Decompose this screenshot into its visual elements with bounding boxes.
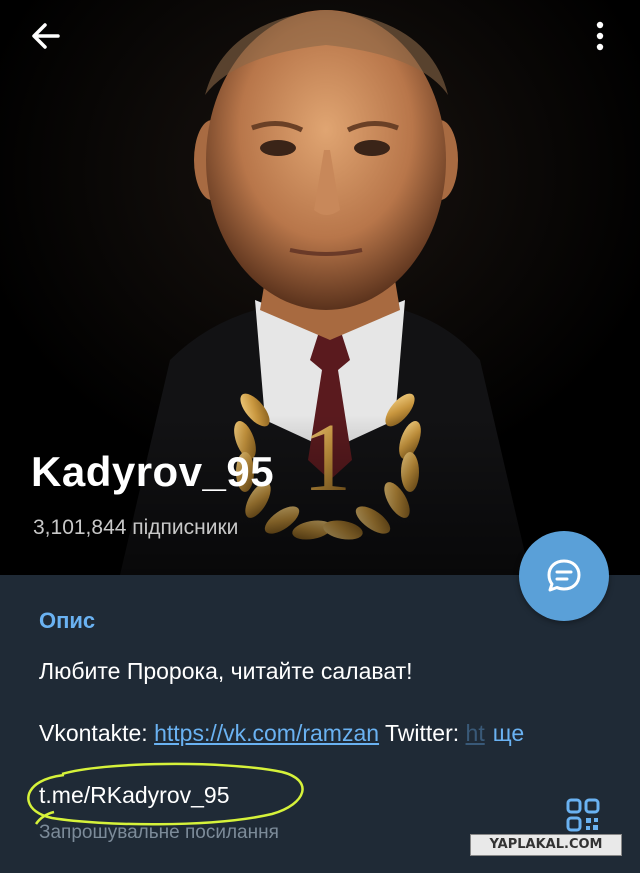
back-button[interactable] [24, 16, 68, 56]
qr-code-icon[interactable] [566, 798, 600, 832]
description-section-title: Опис [39, 608, 96, 633]
more-vertical-icon [596, 21, 604, 51]
vk-link[interactable]: https://vk.com/ramzan [154, 720, 379, 746]
channel-name: Kadyrov_95 [31, 448, 275, 495]
more-options-button[interactable] [582, 16, 618, 56]
invite-link-caption: Запрошувальне посилання [39, 822, 279, 843]
description-links: Vkontakte: https://vk.com/ramzan Twitter… [39, 720, 609, 747]
vk-label: Vkontakte: [39, 720, 155, 746]
show-more-link[interactable]: ще [493, 720, 524, 746]
message-button[interactable] [519, 531, 609, 621]
twitter-link[interactable]: ht [466, 720, 485, 746]
invite-link[interactable]: t.me/RKadyrov_95 [39, 782, 229, 809]
message-icon [547, 559, 581, 592]
twitter-label: Twitter: [379, 720, 466, 746]
channel-description: Любите Пророка, читайте салават! [39, 658, 413, 684]
arrow-left-icon [32, 23, 60, 49]
subscriber-count: 3,101,844 підписники [33, 516, 239, 539]
watermark: YAPLAKAL.COM [470, 834, 622, 856]
channel-header: 1 Kadyrov_95 3,101,844 підписники [0, 0, 640, 575]
